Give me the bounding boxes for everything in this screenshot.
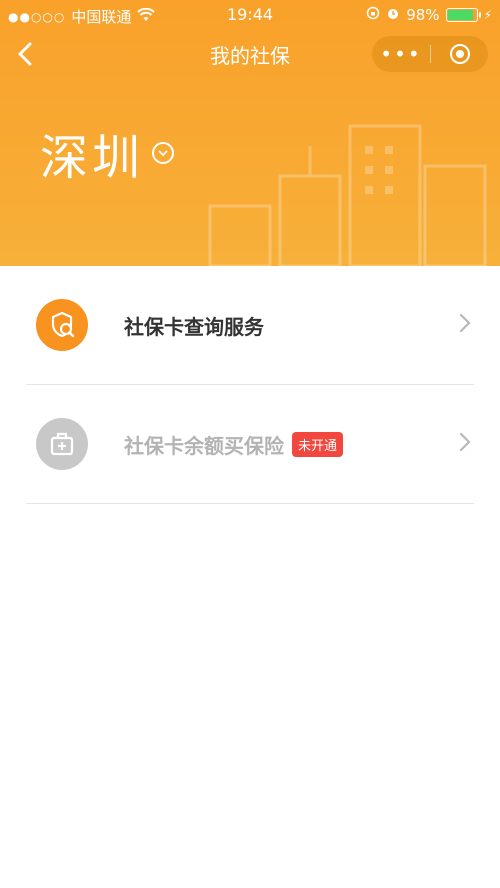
medical-kit-icon bbox=[36, 418, 88, 470]
chevron-down-icon bbox=[152, 142, 175, 164]
city-name: 深圳 bbox=[40, 130, 145, 186]
status-bar: ●●○○○ 中国联通 19:44 98% ⚡ bbox=[0, 0, 500, 30]
list-item-social-card-query[interactable]: 社保卡查询服务 bbox=[26, 266, 474, 385]
mini-program-capsule: ••• bbox=[372, 36, 488, 72]
skyline-illustration bbox=[208, 124, 487, 266]
close-target-icon[interactable] bbox=[431, 44, 488, 64]
city-selector[interactable]: 深圳 bbox=[40, 118, 175, 188]
list-item-buy-insurance[interactable]: 社保卡余额买保险 未开通 bbox=[26, 385, 474, 504]
battery-percent: 98% bbox=[406, 6, 440, 24]
chevron-right-icon bbox=[458, 312, 472, 338]
status-badge: 未开通 bbox=[292, 431, 344, 457]
header-banner: ●●○○○ 中国联通 19:44 98% ⚡ 我的社保 ••• 深圳 bbox=[0, 0, 500, 266]
list-item-label: 社保卡查询服务 bbox=[124, 314, 264, 339]
alarm-icon bbox=[386, 6, 400, 24]
charging-icon: ⚡ bbox=[483, 8, 492, 22]
more-icon[interactable]: ••• bbox=[372, 42, 430, 66]
chevron-right-icon bbox=[458, 431, 472, 457]
list-item-label: 社保卡余额买保险 bbox=[124, 433, 284, 458]
battery-icon bbox=[445, 8, 481, 22]
search-shield-icon bbox=[36, 299, 88, 351]
rotation-lock-icon bbox=[366, 6, 380, 24]
service-list: 社保卡查询服务 社保卡余额买保险 未开通 bbox=[26, 266, 474, 504]
nav-bar: 我的社保 ••• bbox=[0, 30, 500, 78]
